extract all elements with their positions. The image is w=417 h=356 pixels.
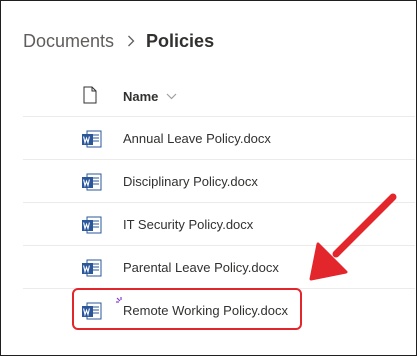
file-type-header-icon[interactable]	[83, 86, 97, 104]
file-name[interactable]: Disciplinary Policy.docx	[123, 174, 258, 189]
word-doc-icon	[81, 171, 103, 193]
file-name[interactable]: Annual Leave Policy.docx	[123, 131, 271, 146]
file-row-annual-leave[interactable]: Annual Leave Policy.docx	[23, 117, 415, 160]
breadcrumb-documents-link[interactable]: Documents	[23, 31, 114, 52]
breadcrumb: Documents Policies	[23, 28, 214, 54]
file-row-disciplinary[interactable]: Disciplinary Policy.docx	[23, 160, 415, 203]
name-column-header[interactable]: Name	[123, 89, 177, 104]
word-doc-icon	[81, 214, 103, 236]
chevron-down-icon	[166, 93, 177, 100]
annotation-highlight-box	[72, 288, 302, 330]
word-doc-icon	[81, 128, 103, 150]
file-row-it-security[interactable]: IT Security Policy.docx	[23, 203, 415, 246]
click-spark-icon	[116, 297, 122, 303]
breadcrumb-current-folder: Policies	[146, 30, 215, 51]
file-name[interactable]: Parental Leave Policy.docx	[123, 260, 279, 275]
list-header: Name	[23, 80, 415, 117]
word-doc-icon	[81, 257, 103, 279]
file-row-parental-leave[interactable]: Parental Leave Policy.docx	[23, 246, 415, 289]
name-column-label: Name	[123, 89, 159, 104]
file-name[interactable]: IT Security Policy.docx	[123, 217, 253, 232]
chevron-right-icon	[122, 31, 140, 51]
